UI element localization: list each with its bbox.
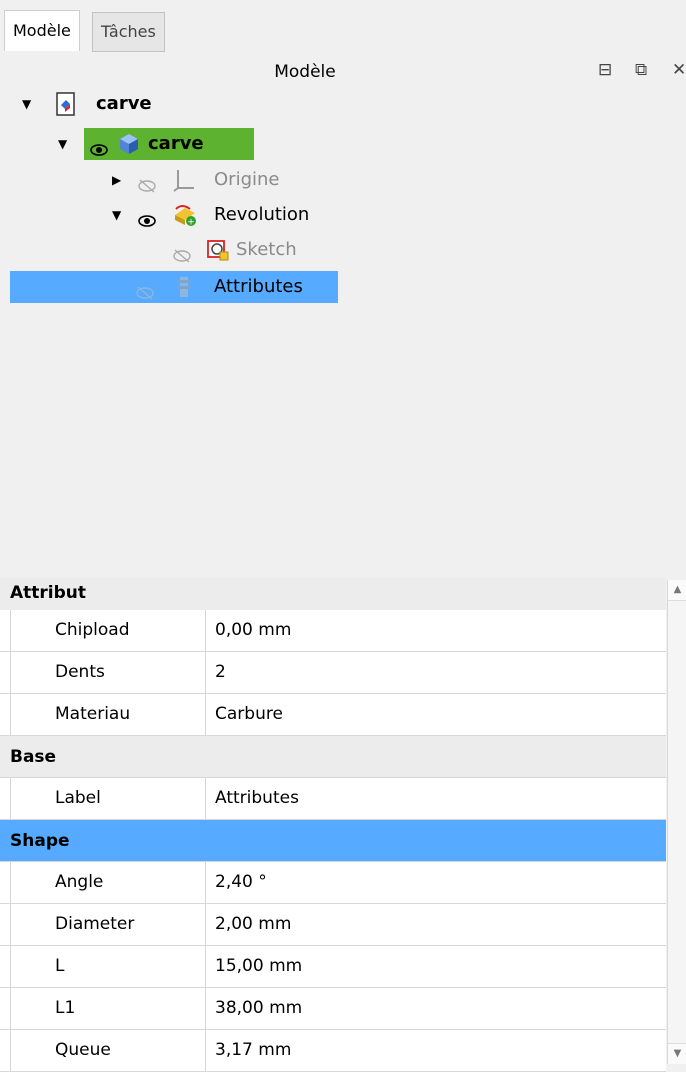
svg-text:+: +: [187, 218, 195, 228]
eye-hidden-icon[interactable]: [173, 242, 195, 266]
scroll-down-icon[interactable]: ▼: [668, 1043, 686, 1064]
tree-item-sketch[interactable]: Sketch: [0, 234, 686, 266]
property-row-l1[interactable]: L1 38,00 mm: [0, 988, 666, 1030]
property-scrollbar[interactable]: ▲ ▼: [667, 580, 686, 1064]
tab-model[interactable]: Modèle: [4, 10, 80, 51]
tree-item-label: Sketch: [236, 239, 297, 260]
eye-icon[interactable]: [90, 136, 112, 160]
property-row-chipload[interactable]: Chipload 0,00 mm: [0, 610, 666, 652]
property-group-label: Attribut: [10, 583, 87, 603]
tree-item-label: carve: [96, 93, 152, 114]
eye-icon[interactable]: [138, 207, 160, 231]
property-name: L: [10, 946, 206, 987]
body-icon: [118, 132, 140, 156]
expand-arrow-icon[interactable]: ▼: [22, 88, 31, 120]
property-value[interactable]: 2,00 mm: [215, 904, 291, 945]
tree-item-document[interactable]: ▼ carve: [0, 88, 686, 120]
tab-tasks[interactable]: Tâches: [92, 12, 165, 52]
close-icon[interactable]: ✕: [672, 60, 686, 80]
expand-arrow-icon[interactable]: ▼: [58, 128, 67, 160]
eye-hidden-icon[interactable]: [136, 279, 158, 303]
document-icon: [56, 92, 78, 116]
property-value[interactable]: 2: [215, 652, 226, 693]
tree-item-attributes[interactable]: Attributes: [10, 271, 338, 303]
tree-item-label: carve: [148, 133, 204, 154]
tab-bar: Modèle Tâches: [0, 10, 686, 52]
property-value[interactable]: Attributes: [215, 778, 299, 819]
property-group-label: Shape: [10, 831, 70, 851]
property-name: Queue: [10, 1030, 206, 1071]
property-name: Diameter: [10, 904, 206, 945]
origin-icon: [172, 168, 194, 192]
property-name: Materiau: [10, 694, 206, 735]
property-row-angle[interactable]: Angle 2,40 °: [0, 862, 666, 904]
property-value[interactable]: Carbure: [215, 694, 283, 735]
tree-item-revolution[interactable]: ▼ + Revolution: [0, 199, 686, 231]
property-row-dents[interactable]: Dents 2: [0, 652, 666, 694]
property-name: Label: [10, 778, 206, 819]
property-value[interactable]: 3,17 mm: [215, 1030, 291, 1071]
revolution-icon: +: [172, 203, 196, 228]
property-row-queue[interactable]: Queue 3,17 mm: [0, 1030, 666, 1072]
property-name: Chipload: [10, 610, 206, 651]
property-row-diameter[interactable]: Diameter 2,00 mm: [0, 904, 666, 946]
float-icon[interactable]: ⧉: [635, 60, 647, 80]
property-row-materiau[interactable]: Materiau Carbure: [0, 694, 666, 736]
property-value[interactable]: 2,40 °: [215, 862, 267, 903]
sketch-icon: [206, 238, 229, 262]
scroll-up-icon[interactable]: ▲: [668, 580, 686, 601]
property-name: L1: [10, 988, 206, 1029]
expand-arrow-icon[interactable]: ▼: [112, 199, 121, 231]
property-group-label: Base: [10, 747, 57, 767]
property-row-label[interactable]: Label Attributes: [0, 778, 666, 820]
property-name: Angle: [10, 862, 206, 903]
property-value[interactable]: 15,00 mm: [215, 946, 302, 987]
tree-item-label: Attributes: [214, 276, 303, 297]
eye-hidden-icon[interactable]: [138, 172, 160, 196]
property-group-base[interactable]: Base: [0, 736, 666, 778]
property-value[interactable]: 0,00 mm: [215, 610, 291, 651]
property-row-l[interactable]: L 15,00 mm: [0, 946, 666, 988]
collapsed-arrow-icon[interactable]: ▶: [112, 164, 121, 196]
property-value[interactable]: 38,00 mm: [215, 988, 302, 1029]
tree-item-label: Revolution: [214, 204, 310, 225]
panel-title: Modèle: [274, 62, 336, 82]
dock-icon[interactable]: ⊟: [598, 60, 612, 80]
panel-header: Modèle ⊟ ⧉ ✕: [0, 58, 686, 90]
property-group-shape[interactable]: Shape: [0, 820, 666, 862]
property-name: Dents: [10, 652, 206, 693]
tool-attributes-icon: [174, 275, 196, 299]
tree-item-body[interactable]: ▼ carve: [58, 128, 254, 160]
tree-item-origin[interactable]: ▶ Origine: [0, 164, 686, 196]
tree-item-label: Origine: [214, 169, 280, 190]
